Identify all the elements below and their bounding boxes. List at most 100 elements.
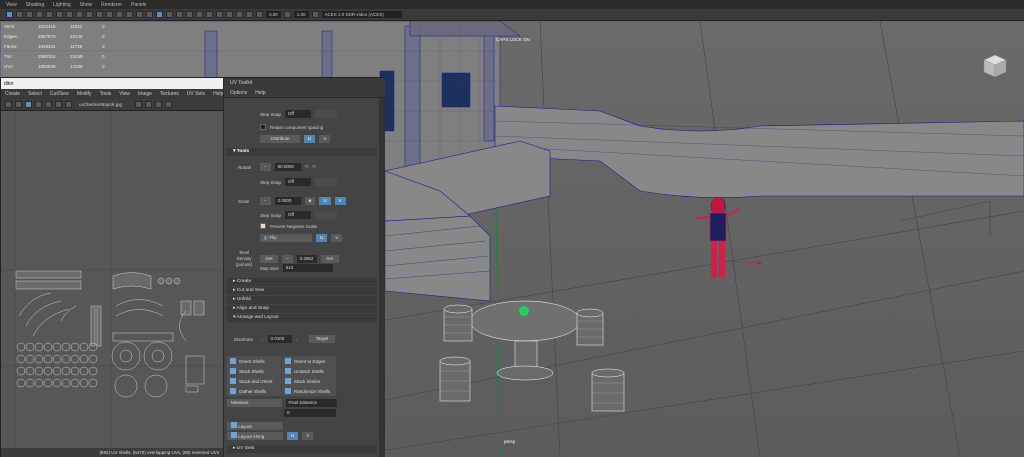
gear-icon[interactable] [256, 11, 263, 18]
uv-menu-cut-sew[interactable]: Cut/Sew [50, 91, 69, 97]
layout-along-v-button[interactable]: V [302, 432, 314, 440]
bookmark-icon[interactable] [26, 11, 33, 18]
gamma-icon[interactable] [283, 11, 291, 18]
view-cube-icon[interactable] [982, 53, 1008, 79]
film-gate-icon[interactable] [56, 11, 63, 18]
exposure-field[interactable]: 0.00 [266, 11, 281, 18]
uv-menu-modify[interactable]: Modify [77, 91, 92, 97]
layout-along-u-button[interactable]: U [287, 432, 299, 440]
section-uv-sets[interactable]: ▸ UV Sets [227, 445, 377, 453]
uv-checker-icon[interactable] [35, 101, 42, 108]
uv-menu-uv-sets[interactable]: UV Sets [187, 91, 205, 97]
flip-v-button[interactable]: V [331, 234, 343, 242]
flip-button[interactable]: ◧ Flip [260, 234, 312, 242]
distribute-button[interactable]: Distribute [260, 135, 300, 143]
stool-4[interactable] [591, 372, 625, 412]
measure-mode-select[interactable]: Pixel Distance [285, 399, 337, 407]
texel-minus-button[interactable]: − [282, 255, 293, 263]
xray-icon[interactable] [226, 11, 233, 18]
section-unfold[interactable]: ▸ Unfold [227, 296, 377, 304]
smooth-shade-icon[interactable] [126, 11, 133, 18]
textured-icon[interactable] [146, 11, 153, 18]
target-button[interactable]: Target [309, 335, 335, 343]
arrange-right-icon[interactable]: › [296, 337, 298, 342]
randomize-shells-button[interactable]: Randomize Shells [282, 386, 336, 396]
xray-joints-icon[interactable] [236, 11, 243, 18]
safe-action-icon[interactable] [96, 11, 103, 18]
tools-section-header[interactable]: ▾ Tools [227, 148, 377, 156]
color-management-icon[interactable] [311, 11, 319, 18]
measure-button[interactable]: Measure [227, 399, 282, 407]
safe-title-icon[interactable] [106, 11, 113, 18]
texture-select[interactable]: uvCheckerMap4K.jpg [79, 102, 122, 107]
gather-shells-button[interactable]: Gather Shells [227, 386, 281, 396]
scale-v-button[interactable]: V [334, 197, 346, 205]
menu-view[interactable]: View [6, 2, 17, 8]
uv-exposure-icon[interactable] [135, 101, 143, 108]
uv-menu-textures[interactable]: Textures [160, 91, 179, 97]
distribute-v-button[interactable]: V [319, 135, 331, 143]
uv-menu-image[interactable]: Image [138, 91, 152, 97]
flip-u-button[interactable]: U [316, 234, 328, 242]
resolution-gate-icon[interactable] [66, 11, 73, 18]
uv-alpha-icon[interactable] [165, 101, 173, 108]
menu-renderer[interactable]: Renderer [101, 2, 122, 8]
stack-and-orient-button[interactable]: Stack and Orient [227, 376, 281, 386]
menu-shading[interactable]: Shading [26, 2, 44, 8]
field-chart-icon[interactable] [86, 11, 93, 18]
map-size-field[interactable]: 512 [282, 264, 333, 272]
shadows-icon[interactable] [166, 11, 173, 18]
xray-components-icon[interactable] [246, 11, 253, 18]
orient-shells-button[interactable]: Orient Shells [227, 356, 281, 366]
rotate-step-snap-select[interactable]: Off [285, 178, 312, 186]
rotate-cw-icon[interactable]: ⟳ [312, 164, 316, 170]
uv-menu-view[interactable]: View [119, 91, 130, 97]
texel-density-field[interactable]: 0.3062 [296, 255, 317, 263]
stack-similar-button[interactable]: Stack Similar [282, 376, 336, 386]
section-align-and-snap[interactable]: ▸ Align and Snap [227, 305, 377, 313]
camera-attr-icon[interactable] [16, 11, 23, 18]
select-camera-icon[interactable] [6, 11, 13, 18]
menu-lighting[interactable]: Lighting [53, 2, 71, 8]
uv-menu-create[interactable]: Create [5, 91, 20, 97]
rotate-minus-button[interactable]: − [260, 163, 271, 171]
arrange-distribute-field[interactable]: 0.0100 [267, 335, 292, 343]
use-all-lights-icon[interactable] [156, 11, 163, 18]
uv-texture-icon[interactable] [25, 101, 32, 108]
uv-filter-icon[interactable] [55, 101, 62, 108]
uv-grid-icon[interactable] [5, 101, 12, 108]
prevent-negative-checkbox[interactable] [260, 223, 266, 229]
layout-button[interactable]: Layout [227, 422, 283, 430]
section-cut-and-sew[interactable]: ▸ Cut and Sew [227, 287, 377, 295]
layout-along-button[interactable]: Layout Along [227, 432, 283, 440]
distribute-u-button[interactable]: U [304, 135, 316, 143]
ambient-occlusion-icon[interactable] [176, 11, 183, 18]
uv-menu-select[interactable]: Select [28, 91, 42, 97]
wireframe-on-shaded-icon[interactable] [136, 11, 143, 18]
orient-to-edges-button[interactable]: Orient to Edges [282, 356, 336, 366]
character-model[interactable] [695, 196, 762, 277]
section-arrange-and-layout[interactable]: ▾ Arrange and Layout [227, 314, 377, 322]
toolkit-menu-help[interactable]: Help [255, 88, 265, 97]
view-transform-select[interactable]: ACES 1.0 SDR-video (ACES) [321, 11, 402, 18]
section-create[interactable]: ▸ Create [227, 278, 377, 286]
step-snap-select[interactable]: Off [285, 110, 312, 118]
uv-shaded-icon[interactable] [15, 101, 22, 108]
scale-u-button[interactable]: U [319, 197, 331, 205]
texel-get-button[interactable]: Get [260, 255, 278, 263]
scale-step-snap-select[interactable]: Off [285, 211, 312, 219]
image-plane-icon[interactable] [36, 11, 43, 18]
retain-spacing-checkbox[interactable] [260, 124, 266, 130]
isolate-select-icon[interactable] [216, 11, 223, 18]
uv-gamma-icon[interactable] [145, 101, 153, 108]
arrange-left-icon[interactable]: ‹ [262, 337, 264, 342]
depth-of-field-icon[interactable] [206, 11, 213, 18]
texel-set-button[interactable]: Set [320, 255, 339, 263]
motion-blur-icon[interactable] [186, 11, 193, 18]
uv-menu-help[interactable]: Help [213, 91, 223, 97]
uv-image-icon[interactable] [65, 101, 72, 108]
grid-icon[interactable] [46, 11, 53, 18]
gamma-field[interactable]: 1.00 [293, 11, 309, 18]
toolkit-menu-options[interactable]: Options [230, 88, 247, 97]
unstack-shells-button[interactable]: Unstack Shells [282, 366, 336, 376]
